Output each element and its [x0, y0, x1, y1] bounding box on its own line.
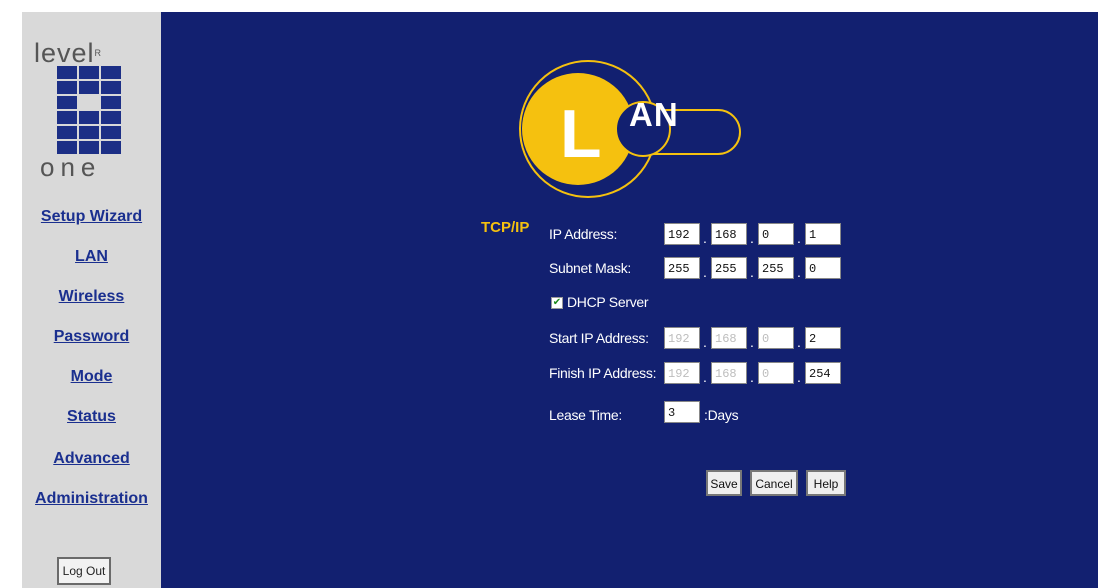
start-ip-octet-3: 0 — [758, 327, 794, 349]
logo-text-level: levelR — [34, 38, 103, 68]
nav-wireless[interactable]: Wireless — [22, 288, 161, 306]
lan-title-letter: L — [560, 96, 602, 172]
logout-button[interactable]: Log Out — [57, 557, 111, 585]
nav-administration[interactable]: Administration — [22, 490, 161, 508]
tcpip-label: TCP/IP — [481, 219, 530, 236]
start-ip-octet-1: 192 — [664, 327, 700, 349]
main-panel: L AN TCP/IP IP Address: 192 . 168 . 0 . … — [161, 12, 1098, 588]
nav-lan[interactable]: LAN — [22, 248, 161, 266]
finish-ip-octet-4[interactable]: 254 — [805, 362, 841, 384]
lease-time-label: Lease Time: — [549, 407, 622, 423]
ip-address-octet-1[interactable]: 192 — [664, 223, 700, 245]
ip-address-octet-4[interactable]: 1 — [805, 223, 841, 245]
nav-advanced[interactable]: Advanced — [22, 450, 161, 468]
subnet-mask-octet-2[interactable]: 255 — [711, 257, 747, 279]
subnet-mask-label: Subnet Mask: — [549, 260, 631, 276]
logo-text-one: one — [40, 152, 102, 182]
lan-title-text: AN — [629, 96, 679, 133]
finish-ip-octet-2: 168 — [711, 362, 747, 384]
subnet-mask-octet-4[interactable]: 0 — [805, 257, 841, 279]
nav-mode[interactable]: Mode — [22, 368, 161, 386]
start-ip-octet-2: 168 — [711, 327, 747, 349]
dhcp-server-label: DHCP Server — [567, 294, 649, 310]
subnet-mask-octet-1[interactable]: 255 — [664, 257, 700, 279]
finish-ip-octet-3: 0 — [758, 362, 794, 384]
sidebar: levelR one Setup Wizard LAN Wireless Pas… — [22, 12, 161, 588]
logo-mark-icon — [57, 66, 121, 158]
nav-password[interactable]: Password — [22, 328, 161, 346]
ip-address-octet-2[interactable]: 168 — [711, 223, 747, 245]
ip-address-octet-3[interactable]: 0 — [758, 223, 794, 245]
save-button[interactable]: Save — [706, 470, 742, 496]
nav-setup-wizard[interactable]: Setup Wizard — [22, 208, 161, 226]
start-ip-octet-4[interactable]: 2 — [805, 327, 841, 349]
lease-time-input[interactable]: 3 — [664, 401, 700, 423]
start-ip-label: Start IP Address: — [549, 330, 649, 346]
nav-status[interactable]: Status — [22, 408, 161, 426]
dhcp-server-checkbox[interactable]: ✔ — [551, 297, 563, 309]
subnet-mask-octet-3[interactable]: 255 — [758, 257, 794, 279]
ip-address-label: IP Address: — [549, 226, 618, 242]
finish-ip-label: Finish IP Address: — [549, 365, 657, 381]
finish-ip-octet-1: 192 — [664, 362, 700, 384]
lease-time-unit: :Days — [704, 407, 739, 423]
cancel-button[interactable]: Cancel — [750, 470, 798, 496]
help-button[interactable]: Help — [806, 470, 846, 496]
